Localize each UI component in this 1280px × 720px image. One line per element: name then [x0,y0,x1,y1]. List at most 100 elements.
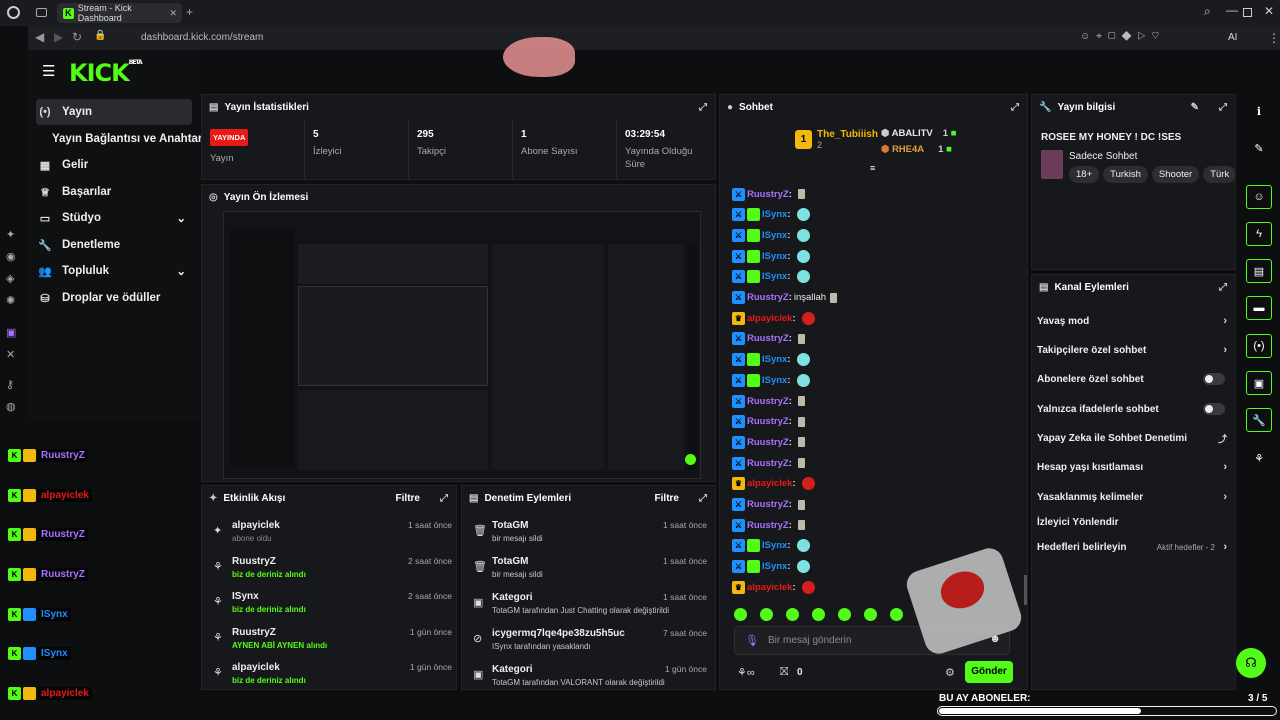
preview-video[interactable] [223,211,701,479]
chat-message[interactable]: ⚔ RuustryZ: inşallah [732,290,838,306]
activity-row[interactable]: ⚘ RuustryZ biz de deriniz alındı 2 saat önc… [207,552,452,586]
sidebar-item-denetleme[interactable]: 🔧 Denetleme [36,232,192,258]
sidebar-item-basarilar[interactable]: ♕ Başarılar [36,179,192,205]
sidebar-item-droplar[interactable]: ⛁ Droplar ve ödüller [36,285,192,311]
sidebar-item-stream-key[interactable]: Yayın Bağlantısı ve Anahtarı [36,126,206,152]
broadcast-tool-icon[interactable]: (•) [1246,334,1272,358]
forward-icon[interactable]: ▶ [54,30,63,44]
chat-scrollbar[interactable] [1024,575,1027,605]
toggle-switch[interactable] [1203,373,1225,385]
chat-username[interactable]: RuustryZ [747,499,789,510]
minimize-icon[interactable]: — [1226,3,1238,17]
emote-icon[interactable] [864,607,877,621]
chat-message[interactable]: ⚔ ISynx: [732,538,810,554]
chat-username[interactable]: ISynx [762,230,787,241]
edit-icon[interactable]: ✎ [1191,102,1199,113]
new-tab-icon[interactable]: + [186,5,193,19]
chat-username[interactable]: RuustryZ [747,520,789,531]
chat-username[interactable]: RuustryZ [747,333,789,344]
chat-message[interactable]: ⚔ RuustryZ: [732,186,805,202]
twitch-icon[interactable]: ▣ [6,322,22,344]
toggle-switch[interactable] [1203,403,1225,415]
moderation-row[interactable]: ▣ Kategori TotaGM tarafından Just Chatting… [467,588,707,622]
hamburger-icon[interactable]: ☰ [42,62,55,80]
expand-icon[interactable]: ⤢ [1219,102,1227,113]
chat-message[interactable]: ⚔ ISynx: [732,269,810,285]
chat-username[interactable]: ISynx [762,354,787,365]
sidebar-item-studyo[interactable]: ▭ Stüdyo ⌄ [36,205,192,231]
chat-message[interactable]: ⚔ RuustryZ: [732,414,805,430]
emote-icon[interactable] [734,607,747,621]
chat-message[interactable]: ⚔ ISynx: [732,372,810,388]
chat-username[interactable]: ISynx [762,271,787,282]
expand-icon[interactable]: ⤢ [1219,282,1227,293]
category-name[interactable]: Sadece Sohbet [1069,151,1137,162]
mic-icon[interactable]: 🎙 [745,634,759,647]
send-button[interactable]: Gönder [965,661,1013,683]
channel-action-item[interactable]: Yavaş mod › [1037,310,1227,332]
chat-username[interactable]: RuustryZ [747,189,789,200]
points-icon[interactable]: ⚘∞ [737,666,755,679]
chat-message[interactable]: ⚔ RuustryZ: [732,517,805,533]
chat-username[interactable]: ISynx [762,540,787,551]
chat-message[interactable]: ♛ alpayiclek: [732,579,815,595]
chat-message[interactable]: ⚔ ISynx: [732,227,810,243]
wrench-tool-icon[interactable]: 🔧 [1246,408,1272,432]
community-tool-icon[interactable]: ⚘ [1246,446,1272,470]
filter-button[interactable]: Filtre [655,493,679,504]
menu-icon[interactable]: ⋮ [1268,31,1280,45]
close-tab-icon[interactable]: ✕ [169,8,177,19]
expand-icon[interactable]: ⤢ [440,493,448,504]
chat-message[interactable]: ⚔ RuustryZ: [732,455,805,471]
gift-icon[interactable]: ⛝ [780,666,788,679]
moderation-row[interactable]: ⊘ icygermq7lqe4pe38zu5h5uc ISynx tarafında… [467,624,707,658]
moderation-row[interactable]: ▣ Kategori TotaGM tarafından VALORANT olar… [467,660,707,694]
top-gifter-2[interactable]: ⬢ ABALITV 1 ■ [881,128,956,139]
sidebar-item-yayin[interactable]: (•) Yayın [36,99,192,125]
side-app-icon[interactable]: ✦ [6,224,22,246]
activity-row[interactable]: ✦ alpayiclek abone oldu 1 saat önce [207,516,452,550]
browser-tab-kick[interactable]: K Stream - Kick Dashboard ✕ [57,3,182,23]
emote-icon[interactable] [838,607,851,621]
info-icon[interactable]: ℹ [1246,99,1272,123]
activity-row[interactable]: ⚘ alpayiclek biz de deriniz alındı 1 gün ön… [207,658,452,692]
expand-icon[interactable]: ⤢ [699,102,707,113]
bolt-tool-icon[interactable]: ϟ [1246,222,1272,246]
tag-chip[interactable]: 18+ [1069,166,1100,183]
chat-settings-icon[interactable]: ⚙ [945,666,955,679]
doc-tool-icon[interactable]: ▤ [1246,259,1272,283]
sidebar-item-topluluk[interactable]: 👥 Topluluk ⌄ [36,258,192,284]
side-app-icon[interactable]: ⚷ [6,374,22,396]
tag-chip[interactable]: Türk [1203,166,1235,183]
chat-username[interactable]: alpayiclek [747,478,792,489]
browser-logo-icon[interactable] [7,6,20,19]
restore-icon[interactable] [1243,8,1252,17]
pinned-toggle-icon[interactable]: ≡ [870,163,875,173]
activity-row[interactable]: ⚘ ISynx biz de deriniz alındı 2 saat önce [207,587,452,621]
expand-icon[interactable]: ⤢ [699,493,707,504]
chat-username[interactable]: ISynx [762,375,787,386]
chat-message[interactable]: ⚔ RuustryZ: [732,393,805,409]
chat-message[interactable]: ♛ alpayiclek: [732,310,815,326]
chat-username[interactable]: RuustryZ [747,396,789,407]
expand-icon[interactable]: ⤢ [1011,102,1019,113]
side-app-icon[interactable]: ✺ [6,290,22,312]
chat-tool-icon[interactable]: ▬ [1246,296,1272,320]
activity-row[interactable]: ⚘ RuustryZ AYNEN ABİ AYNEN alındı 1 gün önc… [207,623,452,657]
layout-tool-icon[interactable]: ▣ [1246,371,1272,395]
reload-icon[interactable]: ↻ [72,30,82,44]
channel-action-item[interactable]: Hedefleri belirleyin › Aktif hedefler - 2 [1037,536,1227,558]
side-app-icon[interactable]: ◈ [6,268,22,290]
chat-username[interactable]: RuustryZ [747,292,789,303]
top-gifter-3[interactable]: ⬢ RHE4A 1 ■ [881,144,952,155]
chat-message[interactable]: ⚔ ISynx: [732,559,810,575]
chat-username[interactable]: ISynx [762,561,787,572]
emote-tool-icon[interactable]: ☺ [1246,185,1272,209]
sidebar-item-gelir[interactable]: ▦ Gelir [36,152,192,178]
side-app-icon[interactable]: ◉ [6,246,22,268]
tag-chip[interactable]: Shooter [1151,166,1200,183]
chat-message[interactable]: ⚔ RuustryZ: [732,497,805,513]
edit-tool-icon[interactable]: ✎ [1246,136,1272,160]
channel-action-item[interactable]: Yalnızca ifadelerle sohbet [1037,398,1227,420]
side-app-icon[interactable]: ◍ [6,396,22,418]
